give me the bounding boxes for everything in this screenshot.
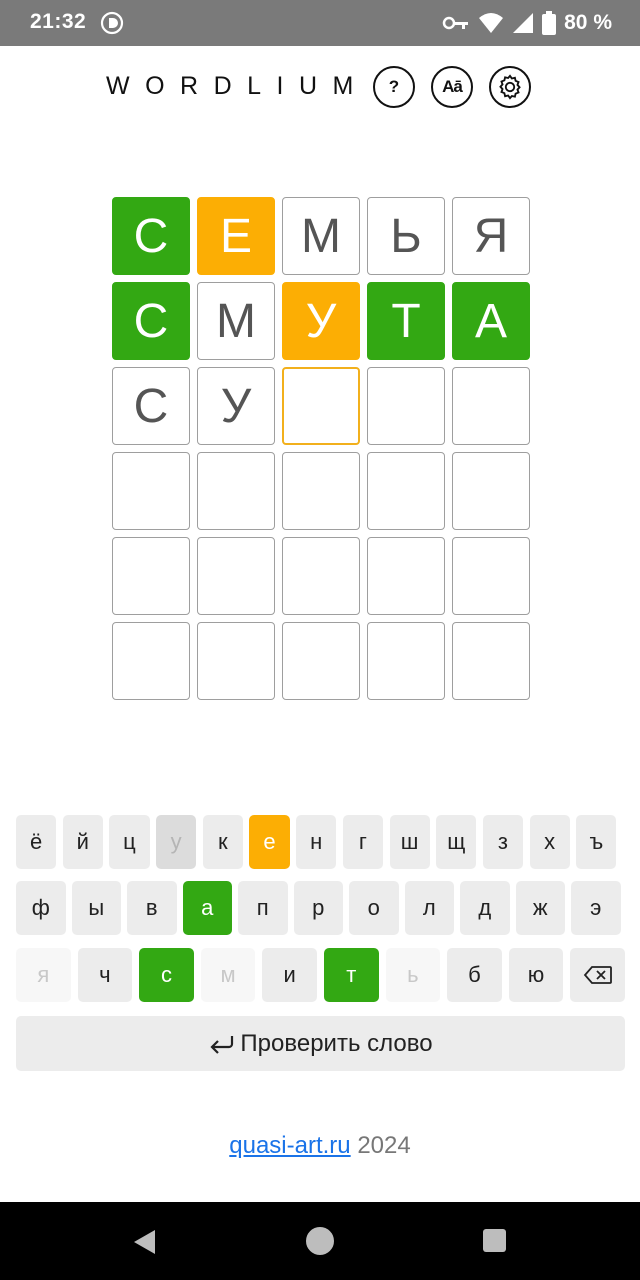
signal-icon (513, 13, 534, 33)
key[interactable]: ю (508, 948, 564, 1002)
key[interactable]: л (404, 881, 454, 935)
board-tile: С (112, 197, 190, 275)
wifi-icon (479, 13, 504, 33)
battery-percent: 80 % (564, 11, 612, 34)
key[interactable]: щ (436, 815, 477, 869)
key[interactable]: в (127, 881, 177, 935)
back-icon[interactable] (133, 1229, 157, 1255)
board-tile (367, 452, 445, 530)
board-tile (112, 452, 190, 530)
board-tile (282, 367, 360, 445)
key[interactable]: м (200, 948, 256, 1002)
key[interactable]: я (16, 948, 71, 1002)
battery-icon (542, 11, 557, 35)
key[interactable]: п (238, 881, 288, 935)
status-time: 21:32 (30, 10, 87, 33)
board-tile (367, 622, 445, 700)
key[interactable]: ц (109, 815, 150, 869)
app-title: WORDLIUM (106, 72, 369, 100)
board-tile: Ь (367, 197, 445, 275)
home-icon[interactable] (306, 1227, 334, 1255)
footer-year: 2024 (350, 1132, 411, 1159)
key[interactable]: а (182, 881, 232, 935)
key[interactable]: й (62, 815, 103, 869)
key[interactable]: б (447, 948, 502, 1002)
key[interactable]: д (460, 881, 510, 935)
backspace-key[interactable] (570, 948, 625, 1002)
board-tile (197, 537, 275, 615)
board-tile (452, 367, 530, 445)
help-icon: ? (388, 77, 400, 96)
board-tile: С (112, 367, 190, 445)
backspace-icon (583, 966, 612, 984)
board-tile (197, 452, 275, 530)
enter-icon (210, 1035, 234, 1054)
board-tile (197, 622, 275, 700)
board-tile (282, 452, 360, 530)
key[interactable]: э (571, 881, 621, 935)
key[interactable]: т (323, 948, 379, 1002)
key[interactable]: с (139, 948, 194, 1002)
keyboard-row-2: фывапролджэ (16, 881, 625, 935)
board-tile: Е (197, 197, 275, 275)
recents-icon[interactable] (483, 1229, 506, 1252)
key[interactable]: х (529, 815, 570, 869)
status-bar: 21:32 80 % (0, 0, 640, 46)
key[interactable]: е (249, 815, 290, 869)
board-tile: А (452, 282, 530, 360)
board-tile: С (112, 282, 190, 360)
board-tile: У (282, 282, 360, 360)
board-tile (367, 537, 445, 615)
game-board: СЕМЬЯСМУТАСУ (112, 197, 530, 700)
key[interactable]: у (156, 815, 197, 869)
key[interactable]: ж (515, 881, 565, 935)
key[interactable]: ч (77, 948, 133, 1002)
board-tile (452, 452, 530, 530)
key[interactable]: н (296, 815, 337, 869)
key[interactable]: ы (71, 881, 121, 935)
board-tile (282, 622, 360, 700)
keyboard-row-3: ячсмитьбю (16, 948, 625, 1002)
language-button[interactable]: Aā (431, 66, 473, 108)
footer: quasi-art.ru 2024 (0, 1132, 640, 1160)
key[interactable]: и (262, 948, 317, 1002)
vpn-key-icon (442, 16, 469, 30)
key[interactable]: ё (16, 815, 57, 869)
keyboard-row-1: ёйцукенгшщзхъ (16, 815, 625, 869)
settings-button[interactable] (489, 66, 531, 108)
gear-icon (499, 74, 521, 100)
notification-icon (100, 11, 124, 35)
board-tile (282, 537, 360, 615)
key[interactable]: г (342, 815, 383, 869)
board-tile: Я (452, 197, 530, 275)
key[interactable]: о (349, 881, 399, 935)
key[interactable]: ш (389, 815, 430, 869)
board-tile (452, 622, 530, 700)
language-icon: Aā (442, 77, 463, 96)
board-tile: М (197, 282, 275, 360)
footer-link[interactable]: quasi-art.ru (229, 1132, 350, 1159)
board-tile (112, 622, 190, 700)
board-tile (452, 537, 530, 615)
board-tile (112, 537, 190, 615)
key[interactable]: р (293, 881, 343, 935)
key[interactable]: ъ (576, 815, 617, 869)
board-tile: М (282, 197, 360, 275)
help-button[interactable]: ? (373, 66, 415, 108)
board-tile: У (197, 367, 275, 445)
key[interactable]: з (482, 815, 524, 869)
status-icons: 80 % (442, 8, 612, 38)
key[interactable]: ф (16, 881, 66, 935)
check-word-button[interactable]: Проверить слово (16, 1016, 625, 1071)
board-tile: Т (367, 282, 445, 360)
key[interactable]: ь (385, 948, 441, 1002)
check-word-label: Проверить слово (240, 1029, 433, 1057)
key[interactable]: к (202, 815, 243, 869)
board-tile (367, 367, 445, 445)
